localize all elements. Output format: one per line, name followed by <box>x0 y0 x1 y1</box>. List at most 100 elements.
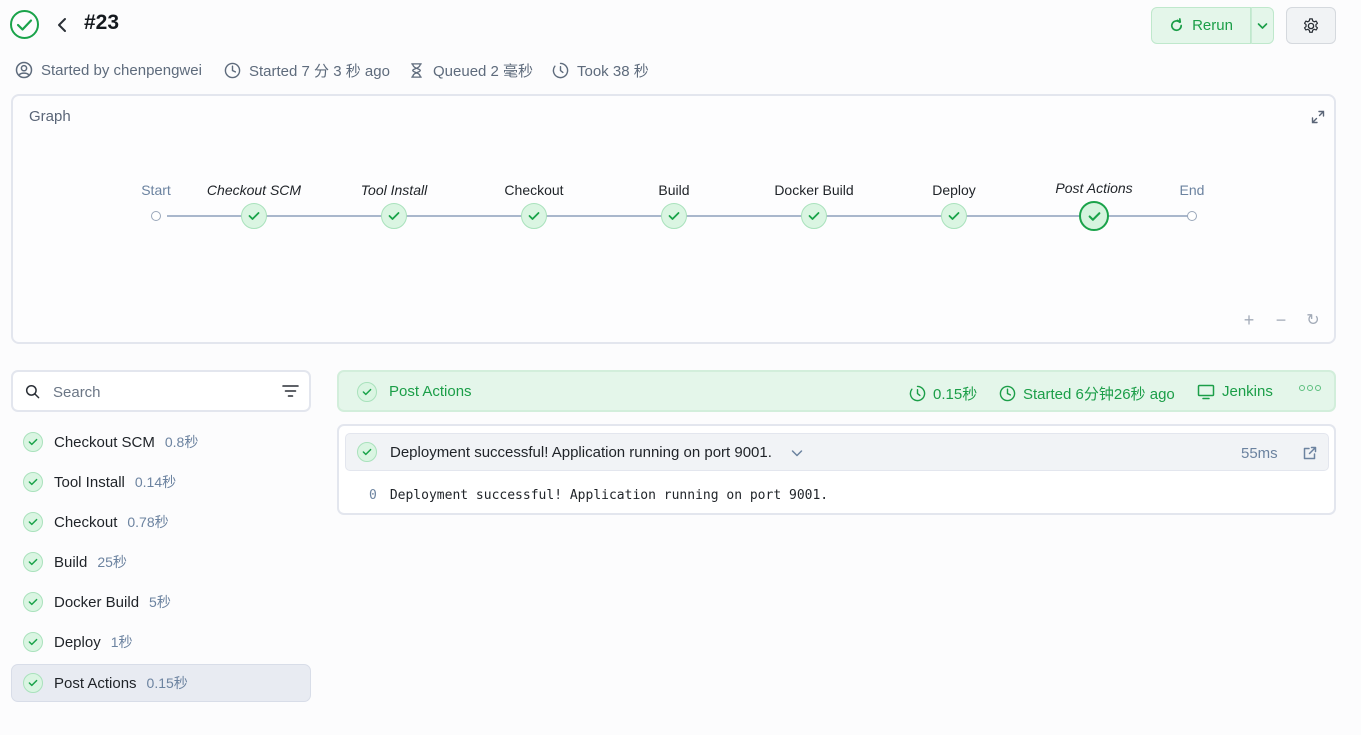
graph-node-docker-build[interactable] <box>801 203 827 229</box>
stage-duration: 0.8秒 <box>164 434 199 450</box>
timer-icon <box>552 62 569 78</box>
graph-node-label: Checkout <box>504 182 564 198</box>
hourglass-icon <box>411 62 422 78</box>
log-panel: Deployment successful! Application runni… <box>337 424 1336 515</box>
expand-icon[interactable] <box>1311 110 1327 126</box>
rerun-dropdown-button[interactable] <box>1251 7 1274 44</box>
check-icon <box>948 212 960 220</box>
stage-duration: 0.14秒 <box>134 474 177 490</box>
stage-detail-started: Started 6分钟26秒 ago <box>999 383 1175 404</box>
graph-panel: Graph Start Checkout SCM Tool Install Ch… <box>11 94 1336 344</box>
user-circle-icon <box>15 61 33 79</box>
chevron-down-icon <box>1257 22 1268 29</box>
stage-list-item[interactable]: Checkout 0.78秒 <box>11 503 311 541</box>
success-check-icon <box>23 472 43 492</box>
meta-took: Took 38 秒 <box>552 60 649 80</box>
success-check-icon <box>357 442 377 462</box>
log-line: 0 Deployment successful! Application run… <box>369 488 828 503</box>
timer-icon <box>909 385 926 402</box>
stage-detail-header: Post Actions 0.15秒 Started 6分钟26秒 ago Je… <box>337 370 1336 412</box>
settings-button[interactable] <box>1286 7 1336 44</box>
stage-name: Tool Install <box>54 474 125 491</box>
search-input[interactable] <box>53 382 273 402</box>
meta-started-by: Started by chenpengwei <box>15 60 202 80</box>
stage-name: Post Actions <box>54 675 137 692</box>
graph-end-label: End <box>1179 182 1205 198</box>
log-step-duration: 55ms <box>1241 445 1278 462</box>
filter-icon[interactable] <box>282 384 299 398</box>
success-check-icon <box>23 432 43 452</box>
build-success-icon <box>10 10 39 39</box>
stage-list-item[interactable]: Docker Build 5秒 <box>11 583 311 621</box>
meta-queued: Queued 2 毫秒 <box>408 60 533 80</box>
graph-title: Graph <box>29 108 71 125</box>
graph-node-post-actions[interactable] <box>1079 201 1109 231</box>
stage-name: Deploy <box>54 634 101 651</box>
stage-duration: 0.78秒 <box>127 514 169 530</box>
log-step-header[interactable]: Deployment successful! Application runni… <box>345 433 1329 471</box>
check-icon <box>668 212 680 220</box>
graph-node-label: Deploy <box>932 182 976 198</box>
stage-duration: 1秒 <box>110 634 133 650</box>
graph-end-node <box>1187 211 1197 221</box>
graph-node-label: Build <box>658 182 690 198</box>
stage-name: Build <box>54 554 88 571</box>
graph-node-tool-install[interactable] <box>381 203 407 229</box>
stage-duration: 25秒 <box>97 554 127 570</box>
success-check-icon <box>23 552 43 572</box>
stage-detail-duration: 0.15秒 <box>909 383 977 404</box>
graph-start-label: Start <box>141 182 171 198</box>
stage-duration: 0.15秒 <box>146 675 188 691</box>
stage-detail-title: Post Actions <box>389 383 472 400</box>
graph-node-label: Post Actions <box>1055 180 1133 196</box>
zoom-out-button[interactable]: − <box>1273 310 1289 330</box>
gear-icon <box>1303 17 1319 33</box>
graph-node-build[interactable] <box>661 203 687 229</box>
success-check-icon <box>357 382 377 402</box>
success-check-icon <box>23 673 43 693</box>
log-step-title: Deployment successful! Application runni… <box>390 444 772 461</box>
chevron-down-icon[interactable] <box>790 446 804 460</box>
rerun-label: Rerun <box>1192 17 1233 34</box>
external-link-icon[interactable] <box>1302 445 1318 461</box>
log-line-number: 0 <box>369 488 377 503</box>
back-chevron-icon[interactable] <box>54 14 70 36</box>
stage-name: Checkout SCM <box>54 434 155 451</box>
success-check-icon <box>23 632 43 652</box>
graph-node-checkout-scm[interactable] <box>241 203 267 229</box>
stage-name: Checkout <box>54 514 118 531</box>
graph-node-checkout[interactable] <box>521 203 547 229</box>
more-options-icon[interactable] <box>1299 385 1321 391</box>
stage-duration: 5秒 <box>149 594 171 610</box>
graph-start-node <box>151 211 161 221</box>
rerun-button[interactable]: Rerun <box>1151 7 1251 44</box>
success-check-icon <box>23 512 43 532</box>
log-line-text: Deployment successful! Application runni… <box>389 488 829 503</box>
check-icon <box>808 212 820 220</box>
graph-node-label: Tool Install <box>360 182 428 198</box>
clock-icon <box>224 62 241 78</box>
clock-icon <box>999 385 1016 402</box>
reset-zoom-button[interactable]: ↻ <box>1305 312 1321 329</box>
monitor-icon <box>1197 384 1215 399</box>
search-icon <box>25 384 40 399</box>
stage-list-item[interactable]: Deploy 1秒 <box>11 623 311 661</box>
run-title: #23 <box>84 11 120 34</box>
graph-node-deploy[interactable] <box>941 203 967 229</box>
stage-list-item[interactable]: Build 25秒 <box>11 543 311 581</box>
stage-list-item[interactable]: Tool Install 0.14秒 <box>11 463 311 501</box>
check-icon <box>1088 211 1100 221</box>
stage-detail-agent: Jenkins <box>1197 383 1273 400</box>
stage-list-item[interactable]: Checkout SCM 0.8秒 <box>11 423 311 461</box>
graph-node-label: Checkout SCM <box>206 182 302 198</box>
graph-node-label: Docker Build <box>774 182 854 198</box>
refresh-icon <box>1171 18 1183 32</box>
stage-name: Docker Build <box>54 594 140 611</box>
zoom-in-button[interactable]: + <box>1241 310 1257 330</box>
check-icon <box>248 212 260 220</box>
stage-list-item-selected[interactable]: Post Actions 0.15秒 <box>11 664 311 702</box>
check-icon <box>388 212 400 220</box>
stage-search <box>11 370 311 412</box>
meta-started: Started 7 分 3 秒 ago <box>224 60 390 80</box>
success-check-icon <box>23 592 43 612</box>
